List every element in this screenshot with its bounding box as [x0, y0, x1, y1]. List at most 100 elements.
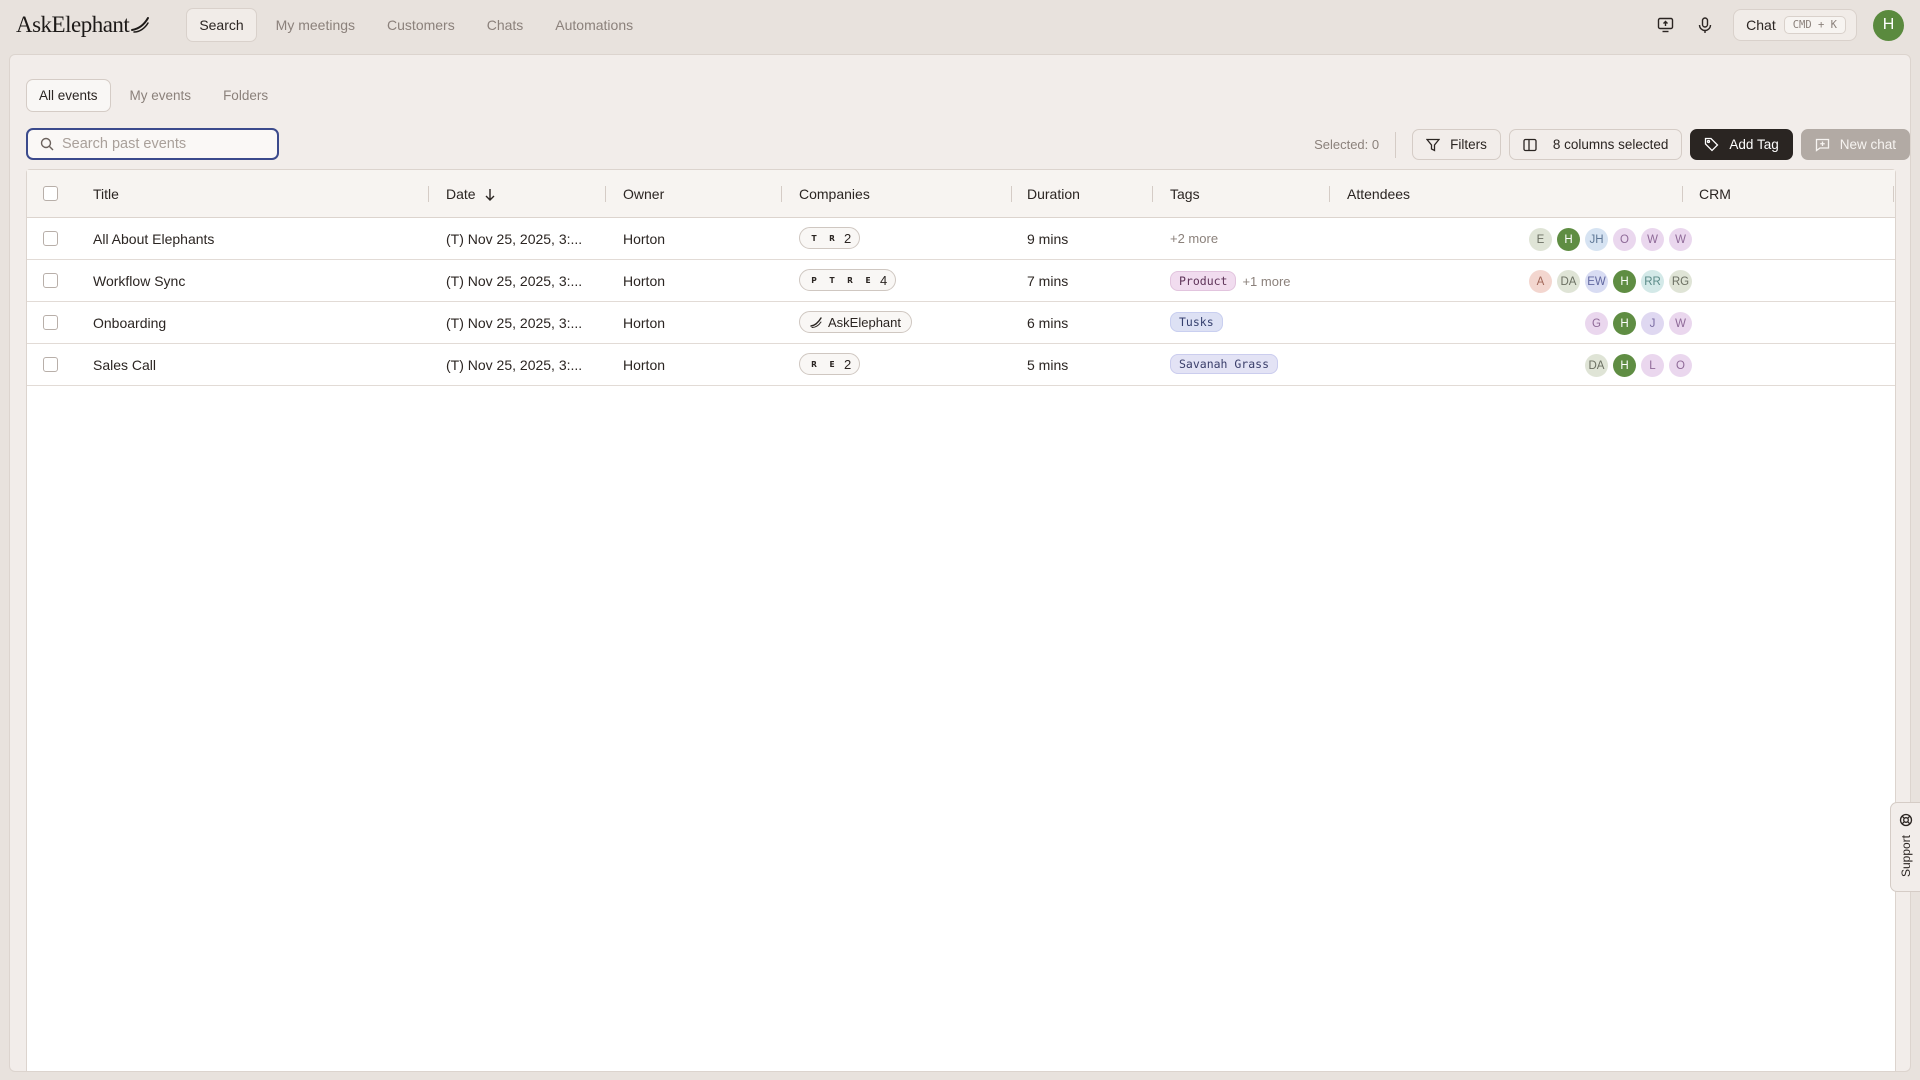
row-duration: 6 mins: [1027, 315, 1069, 331]
tab-my-events[interactable]: My events: [117, 79, 205, 112]
row-tags: Tusks: [1170, 312, 1223, 332]
app-logo[interactable]: AskElephant: [16, 12, 150, 38]
askelephant-logo-icon: [810, 316, 822, 328]
table-row[interactable]: Onboarding (T) Nov 25, 2025, 3:... Horto…: [27, 302, 1895, 344]
attendee-avatar[interactable]: H: [1613, 354, 1636, 377]
search-icon: [40, 137, 54, 151]
columns-label: 8 columns selected: [1552, 137, 1669, 152]
select-all-checkbox[interactable]: [43, 186, 58, 201]
attendee-avatar[interactable]: G: [1585, 312, 1608, 335]
column-date[interactable]: Date: [446, 186, 496, 202]
table-row[interactable]: Workflow Sync (T) Nov 25, 2025, 3:... Ho…: [27, 260, 1895, 302]
support-tab[interactable]: Support: [1890, 802, 1920, 892]
attendee-avatar[interactable]: H: [1613, 270, 1636, 293]
column-title[interactable]: Title: [93, 186, 119, 202]
user-avatar[interactable]: H: [1873, 9, 1904, 41]
attendee-avatar[interactable]: L: [1641, 354, 1664, 377]
column-crm[interactable]: CRM: [1699, 186, 1731, 202]
column-duration[interactable]: Duration: [1027, 186, 1080, 202]
column-resizer[interactable]: [781, 186, 782, 202]
nav-customers[interactable]: Customers: [374, 8, 468, 42]
column-resizer[interactable]: [1011, 186, 1012, 202]
attendee-avatar[interactable]: W: [1669, 312, 1692, 335]
attendee-avatar[interactable]: EW: [1585, 270, 1608, 293]
companies-pill[interactable]: R E 2: [799, 353, 861, 375]
tab-folders[interactable]: Folders: [210, 79, 281, 112]
row-title[interactable]: Onboarding: [93, 315, 166, 331]
nav-my-meetings[interactable]: My meetings: [263, 8, 368, 42]
tab-all-events[interactable]: All events: [26, 79, 111, 112]
attendee-avatar[interactable]: DA: [1585, 354, 1608, 377]
more-tags[interactable]: +2 more: [1170, 231, 1218, 246]
column-resizer[interactable]: [1152, 186, 1153, 202]
company-logo: E: [865, 275, 871, 285]
attendee-avatar[interactable]: W: [1641, 228, 1664, 251]
attendee-avatar[interactable]: JH: [1585, 228, 1608, 251]
column-tags[interactable]: Tags: [1170, 186, 1200, 202]
tag-badge[interactable]: Tusks: [1170, 312, 1223, 332]
companies-pill[interactable]: P T R E 4: [799, 269, 897, 291]
row-checkbox[interactable]: [43, 231, 58, 246]
row-checkbox[interactable]: [43, 357, 58, 372]
column-resizer[interactable]: [1893, 186, 1894, 202]
row-title[interactable]: Workflow Sync: [93, 273, 185, 289]
chat-button[interactable]: Chat CMD + K: [1733, 9, 1857, 41]
table-row[interactable]: All About Elephants (T) Nov 25, 2025, 3:…: [27, 218, 1895, 260]
column-tags-label: Tags: [1170, 186, 1200, 202]
nav-automations[interactable]: Automations: [542, 8, 646, 42]
attendee-avatars: A DA EW H RR RG: [1529, 270, 1692, 293]
row-duration: 5 mins: [1027, 357, 1069, 373]
filters-button[interactable]: Filters: [1412, 129, 1501, 160]
row-title[interactable]: All About Elephants: [93, 231, 214, 247]
attendee-avatar[interactable]: H: [1557, 228, 1580, 251]
companies-pill[interactable]: T R 2: [799, 227, 861, 249]
companies-pill[interactable]: AskElephant: [799, 311, 912, 333]
attendee-avatar[interactable]: O: [1613, 228, 1636, 251]
row-checkbox[interactable]: [43, 315, 58, 330]
attendee-avatar[interactable]: RR: [1641, 270, 1664, 293]
attendee-avatar[interactable]: O: [1669, 354, 1692, 377]
attendee-avatar[interactable]: E: [1529, 228, 1552, 251]
elephant-trunk-icon: [131, 17, 150, 33]
attendee-avatar[interactable]: H: [1613, 312, 1636, 335]
attendee-avatar[interactable]: RG: [1669, 270, 1692, 293]
logo-text: AskElephant: [16, 12, 130, 37]
tag-badge[interactable]: Savanah Grass: [1170, 354, 1279, 374]
company-logo: R: [829, 233, 835, 243]
new-chat-button[interactable]: New chat: [1800, 129, 1910, 160]
column-duration-label: Duration: [1027, 186, 1080, 202]
row-owner: Horton: [623, 315, 666, 331]
row-tags: Savanah Grass: [1170, 354, 1279, 374]
add-tag-button[interactable]: Add Tag: [1690, 129, 1793, 160]
attendee-avatar[interactable]: W: [1669, 228, 1692, 251]
attendee-avatar[interactable]: J: [1641, 312, 1664, 335]
column-resizer[interactable]: [1682, 186, 1683, 202]
screen-share-icon[interactable]: [1653, 13, 1677, 37]
column-companies[interactable]: Companies: [799, 186, 870, 202]
column-resizer[interactable]: [1329, 186, 1330, 202]
attendee-avatar[interactable]: DA: [1557, 270, 1580, 293]
tag-badge[interactable]: Product: [1170, 271, 1237, 291]
column-owner[interactable]: Owner: [623, 186, 664, 202]
table-row[interactable]: Sales Call (T) Nov 25, 2025, 3:... Horto…: [27, 344, 1895, 386]
columns-icon: [1523, 138, 1537, 151]
column-date-label: Date: [446, 186, 476, 202]
columns-button[interactable]: 8 columns selected: [1508, 129, 1683, 160]
row-checkbox[interactable]: [43, 273, 58, 288]
nav-chats[interactable]: Chats: [474, 8, 537, 42]
microphone-icon[interactable]: [1693, 13, 1717, 37]
column-resizer[interactable]: [428, 186, 429, 202]
attendee-avatar[interactable]: A: [1529, 270, 1552, 293]
nav-search[interactable]: Search: [186, 8, 257, 42]
more-tags[interactable]: +1 more: [1242, 274, 1290, 289]
row-date: (T) Nov 25, 2025, 3:...: [446, 231, 583, 247]
attendee-avatars: G H J W: [1585, 312, 1692, 335]
column-attendees[interactable]: Attendees: [1347, 186, 1410, 202]
row-tags: Product +1 more: [1170, 271, 1291, 291]
row-title[interactable]: Sales Call: [93, 357, 156, 373]
main-panel: All events My events Folders Selected: 0…: [9, 54, 1911, 1072]
main-nav: Search My meetings Customers Chats Autom…: [186, 8, 646, 42]
row-tags: +2 more: [1170, 230, 1218, 246]
search-input[interactable]: [62, 136, 262, 152]
column-resizer[interactable]: [605, 186, 606, 202]
